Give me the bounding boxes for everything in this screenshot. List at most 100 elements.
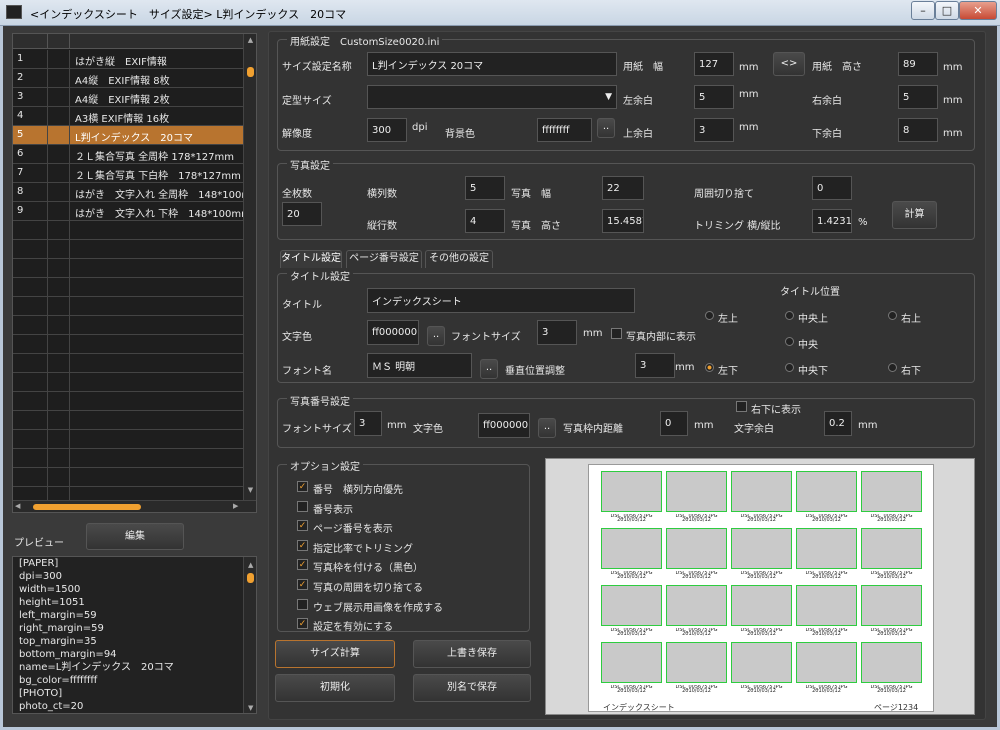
list-row[interactable] — [13, 449, 243, 468]
option-checkbox[interactable]: ✓ — [297, 618, 308, 630]
font-name-input[interactable]: ＭＳ 明朝 — [367, 353, 472, 378]
tab-page-number[interactable]: ページ番号設定 — [346, 250, 422, 268]
total-count-input[interactable]: 20 — [282, 202, 322, 226]
trim-ratio-input[interactable]: 1.42314 — [812, 209, 852, 233]
position-top-right-radio[interactable] — [888, 311, 897, 320]
title-input[interactable]: インデックスシート — [367, 288, 635, 313]
bottom-margin-input[interactable]: 8 — [898, 118, 938, 142]
number-fontsize-input[interactable]: 3 — [354, 411, 382, 436]
paper-height-input[interactable]: 89 — [898, 52, 938, 76]
text-color-input[interactable]: ff000000 — [367, 320, 419, 345]
text-color-picker-button[interactable]: .. — [427, 326, 445, 346]
option-checkbox[interactable]: ✓ — [297, 579, 308, 590]
option-checkbox[interactable]: ✓ — [297, 559, 308, 571]
calculate-button[interactable]: 計算 — [892, 201, 937, 229]
frame-distance-input[interactable]: 0 — [660, 411, 688, 436]
tab-title-settings[interactable]: タイトル設定 — [280, 250, 342, 268]
paper-width-input[interactable]: 127 — [694, 52, 734, 76]
resolution-input[interactable]: 300 — [367, 118, 407, 142]
text-scrollbar[interactable]: ▲ ▼ — [243, 557, 256, 713]
position-top-left-radio[interactable] — [705, 311, 714, 320]
tab-other-settings[interactable]: その他の設定 — [425, 250, 493, 268]
minimize-button[interactable]: – — [911, 1, 935, 20]
list-row[interactable] — [13, 354, 243, 373]
columns-input[interactable]: 5 — [465, 176, 505, 200]
initialize-button[interactable]: 初期化 — [275, 674, 395, 702]
position-top-center-radio[interactable] — [785, 311, 794, 320]
top-margin-input[interactable]: 3 — [694, 118, 734, 142]
bg-color-picker-button[interactable]: .. — [597, 118, 615, 138]
font-picker-button[interactable]: .. — [480, 359, 498, 379]
hscroll-thumb[interactable] — [33, 504, 141, 510]
list-horizontal-scrollbar[interactable]: ◀ ▶ — [13, 500, 256, 512]
option-checkbox[interactable] — [297, 598, 308, 610]
option-checkbox[interactable] — [297, 500, 308, 512]
position-bottom-left-radio[interactable] — [705, 363, 714, 372]
list-row[interactable] — [13, 411, 243, 430]
text-margin-input[interactable]: 0.2 — [824, 411, 852, 436]
save-as-button[interactable]: 別名で保存 — [413, 674, 531, 702]
photo-height-input[interactable]: 15.4587 — [602, 209, 644, 233]
list-row[interactable]: 1 はがき縦 EXIF情報 — [13, 50, 243, 69]
show-inside-checkbox[interactable] — [611, 328, 622, 339]
list-row[interactable]: 7 ２Ｌ集合写真 下白枠 178*127mm — [13, 164, 243, 183]
list-vertical-scrollbar[interactable]: ▲ ▼ — [243, 34, 256, 500]
list-row[interactable]: 3 A4縦 EXIF情報 2枚 — [13, 88, 243, 107]
options-group-title: オプション設定 — [287, 458, 363, 473]
title-fontsize-input[interactable]: 3 — [537, 320, 577, 345]
position-bottom-center-radio[interactable] — [785, 363, 794, 372]
list-row[interactable]: 8 はがき 文字入れ 全周枠 148*100mm — [13, 183, 256, 202]
list-row[interactable] — [13, 468, 243, 487]
preset-size-select[interactable]: ▼ — [367, 85, 617, 109]
list-row[interactable]: 6 ２Ｌ集合写真 全周枠 178*127mm — [13, 145, 243, 164]
scroll-up-icon[interactable]: ▲ — [245, 36, 256, 46]
text-scroll-thumb[interactable] — [247, 573, 254, 583]
edit-button[interactable]: 編集 — [86, 523, 184, 550]
scroll-right-icon[interactable]: ▶ — [233, 502, 238, 510]
position-bottom-right-radio[interactable] — [888, 363, 897, 372]
photo-caption-date: 2010/03/12 — [877, 574, 906, 580]
list-row[interactable] — [13, 373, 243, 392]
list-row[interactable] — [13, 392, 243, 411]
option-checkbox[interactable]: ✓ — [297, 520, 308, 532]
rows-input[interactable]: 4 — [465, 209, 505, 233]
list-row[interactable]: 4 A3横 EXIF情報 16枚 — [13, 107, 243, 126]
close-button[interactable]: ✕ — [959, 1, 997, 20]
list-row[interactable]: 9 はがき 文字入れ 下枠 148*100mm — [13, 202, 251, 221]
calc-size-button[interactable]: サイズ計算 — [275, 640, 395, 668]
list-row[interactable] — [13, 335, 243, 354]
option-checkbox[interactable]: ✓ — [297, 539, 308, 551]
list-row[interactable] — [13, 278, 243, 297]
photo-width-input[interactable]: 22 — [602, 176, 644, 200]
option-checkbox[interactable]: ✓ — [297, 481, 308, 492]
swap-size-button[interactable]: <> — [773, 52, 805, 76]
list-row[interactable] — [13, 430, 243, 449]
position-center-radio[interactable] — [785, 337, 794, 346]
scroll-thumb[interactable] — [247, 67, 254, 77]
cut-input[interactable]: 0 — [812, 176, 852, 200]
settings-list[interactable]: 1 はがき縦 EXIF情報 2 A4縦 EXIF情報 8枚 3 A4縦 EXIF情報 2枚… — [12, 33, 257, 513]
overwrite-save-button[interactable]: 上書き保存 — [413, 640, 531, 668]
list-row[interactable] — [13, 240, 243, 259]
left-margin-input[interactable]: 5 — [694, 85, 734, 109]
list-row[interactable] — [13, 297, 243, 316]
scroll-left-icon[interactable]: ◀ — [15, 502, 20, 510]
number-color-input[interactable]: ff000000 — [478, 413, 530, 438]
number-color-picker-button[interactable]: .. — [538, 418, 556, 438]
list-row[interactable]: 2 A4縦 EXIF情報 8枚 — [13, 69, 243, 88]
maximize-button[interactable]: □ — [935, 1, 959, 20]
right-margin-input[interactable]: 5 — [898, 85, 938, 109]
list-row[interactable] — [13, 259, 243, 278]
list-row[interactable] — [13, 316, 243, 335]
show-bottom-right-checkbox[interactable] — [736, 401, 747, 412]
window-title: <インデックスシート サイズ設定> L判インデックス 20コマ — [30, 8, 347, 21]
ini-text-box[interactable]: [PAPER] dpi=300 width=1500 height=1051 left_… — [12, 556, 257, 714]
text-scroll-down-icon[interactable]: ▼ — [245, 702, 253, 713]
list-row[interactable]: 5 L判インデックス 20コマ — [13, 126, 243, 145]
bg-color-input[interactable]: ffffffff — [537, 118, 592, 142]
list-row[interactable] — [13, 221, 243, 240]
size-name-input[interactable]: L判インデックス 20コマ — [367, 52, 617, 76]
vertical-adjust-input[interactable]: 3 — [635, 353, 675, 378]
scroll-down-icon[interactable]: ▼ — [245, 486, 256, 496]
text-scroll-up-icon[interactable]: ▲ — [245, 559, 253, 572]
